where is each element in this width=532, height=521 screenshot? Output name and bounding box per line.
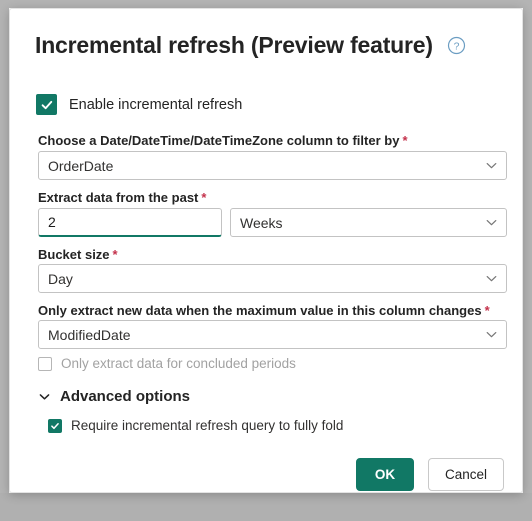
chevron-down-icon: [476, 216, 506, 229]
fully-fold-row[interactable]: Require incremental refresh query to ful…: [48, 418, 343, 433]
incremental-refresh-dialog: Incremental refresh (Preview feature) ? …: [9, 8, 523, 493]
fully-fold-checkbox[interactable]: [48, 418, 62, 433]
fully-fold-label: Require incremental refresh query to ful…: [71, 418, 344, 433]
date-column-value: OrderDate: [48, 157, 114, 174]
enable-incremental-refresh-checkbox[interactable]: [36, 94, 57, 115]
dialog-header: Incremental refresh (Preview feature) ?: [35, 32, 502, 59]
concluded-periods-label: Only extract data for concluded periods: [61, 356, 296, 371]
required-asterisk: *: [484, 303, 490, 318]
extract-past-amount-input[interactable]: 2: [38, 208, 222, 237]
detect-column-label-text: Only extract new data when the maximum v…: [38, 303, 482, 318]
enable-incremental-refresh-label: Enable incremental refresh: [69, 96, 243, 113]
advanced-options-label: Advanced options: [60, 388, 191, 405]
bucket-size-label: Bucket size *: [38, 247, 118, 262]
extract-past-unit-value: Weeks: [240, 214, 283, 231]
extract-past-label: Extract data from the past *: [38, 190, 206, 205]
extract-past-label-text: Extract data from the past: [38, 190, 199, 205]
enable-incremental-refresh-row[interactable]: Enable incremental refresh: [36, 94, 242, 115]
backdrop-band-left: [0, 0, 9, 521]
detect-column-dropdown[interactable]: ModifiedDate: [38, 320, 507, 349]
bucket-size-label-text: Bucket size: [38, 247, 110, 262]
ok-button[interactable]: OK: [356, 458, 414, 491]
required-asterisk: *: [201, 190, 207, 205]
concluded-periods-checkbox: [38, 356, 52, 371]
chevron-down-icon: [476, 159, 506, 172]
advanced-options-toggle[interactable]: Advanced options: [38, 388, 190, 405]
date-column-label-text: Choose a Date/DateTime/DateTimeZone colu…: [38, 133, 400, 148]
bucket-size-value: Day: [48, 270, 73, 287]
cancel-button[interactable]: Cancel: [428, 458, 504, 491]
chevron-down-icon: [476, 272, 506, 285]
date-column-dropdown[interactable]: OrderDate: [38, 151, 507, 180]
chevron-down-icon: [38, 390, 51, 403]
bucket-size-dropdown[interactable]: Day: [38, 264, 507, 293]
help-circle-icon[interactable]: ?: [447, 36, 466, 55]
backdrop-band-top: [0, 0, 532, 8]
backdrop-band-bottom: [0, 493, 532, 521]
required-asterisk: *: [112, 247, 118, 262]
concluded-periods-row: Only extract data for concluded periods: [38, 356, 296, 371]
extract-past-unit-dropdown[interactable]: Weeks: [230, 208, 507, 237]
detect-column-value: ModifiedDate: [48, 326, 131, 343]
backdrop-band-right: [523, 0, 532, 521]
page-title: Incremental refresh (Preview feature): [35, 32, 433, 58]
date-column-label: Choose a Date/DateTime/DateTimeZone colu…: [38, 133, 408, 148]
extract-past-amount-value: 2: [48, 214, 56, 230]
detect-column-label: Only extract new data when the maximum v…: [38, 303, 490, 318]
required-asterisk: *: [402, 133, 408, 148]
chevron-down-icon: [476, 328, 506, 341]
svg-text:?: ?: [453, 40, 459, 52]
